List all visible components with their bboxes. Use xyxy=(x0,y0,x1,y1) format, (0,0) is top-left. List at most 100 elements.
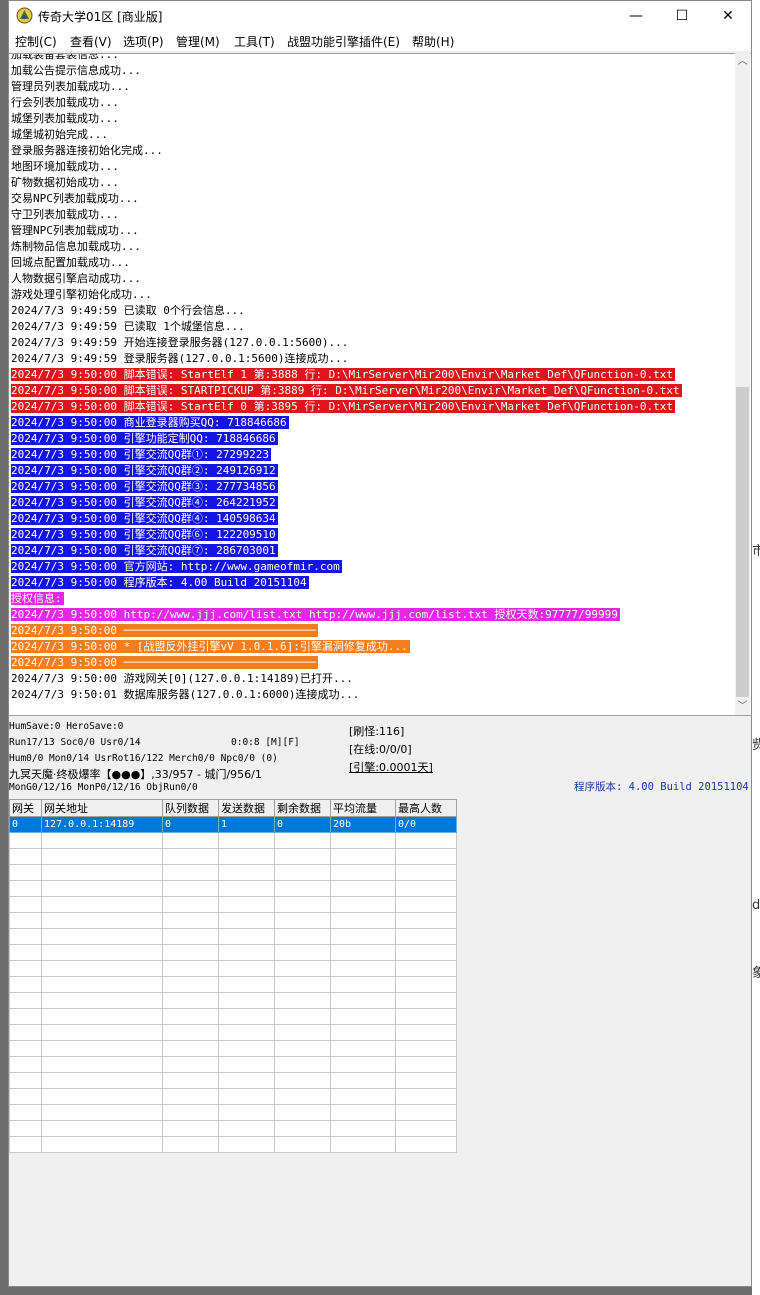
log-line-text: 交易NPC列表加载成功... xyxy=(11,192,139,205)
maximize-button[interactable]: ☐ xyxy=(659,1,705,31)
close-button[interactable]: ✕ xyxy=(705,1,751,31)
table-cell-empty xyxy=(9,832,42,849)
menu-options[interactable]: 选项(P) xyxy=(123,33,164,50)
table-row-empty[interactable] xyxy=(9,864,457,881)
table-row-empty[interactable] xyxy=(9,880,457,897)
log-lines: 加载装备套装信息... 加载公告提示信息成功... 管理员列表加载成功... 行会列表… xyxy=(11,53,733,703)
table-cell-empty xyxy=(330,880,396,897)
table-cell-empty xyxy=(218,880,275,897)
menu-engine-plugin[interactable]: 战盟功能引擎插件(E) xyxy=(287,33,400,50)
log-line: 2024/7/3 9:50:00 脚本错误: STARTPICKUP 第:388… xyxy=(11,383,733,399)
title-bar[interactable]: 传奇大学01区 [商业版] — ☐ ✕ xyxy=(9,1,751,31)
table-cell-empty xyxy=(395,864,457,881)
log-line: 2024/7/3 9:50:00 引擎交流QQ群⑦: 286703001 xyxy=(11,543,733,559)
table-row-empty[interactable] xyxy=(9,912,457,929)
table-row-empty[interactable] xyxy=(9,1072,457,1089)
table-cell-empty xyxy=(218,896,275,913)
table-row-empty[interactable] xyxy=(9,1136,457,1153)
scroll-thumb[interactable] xyxy=(736,387,749,697)
table-row[interactable]: 0 127.0.0.1:14189 0 1 0 20b 0/0 xyxy=(9,816,457,833)
server-console-window: 传奇大学01区 [商业版] — ☐ ✕ 控制(C) 查看(V) 选项(P) 管理… xyxy=(8,0,752,1287)
table-row-empty[interactable] xyxy=(9,1088,457,1105)
table-row-empty[interactable] xyxy=(9,944,457,961)
table-row-empty[interactable] xyxy=(9,848,457,865)
scroll-up-icon[interactable]: ︿ xyxy=(735,53,750,70)
table-row-empty[interactable] xyxy=(9,992,457,1009)
cell-max-users: 0/0 xyxy=(395,816,457,833)
col-gateway-address[interactable]: 网关地址 xyxy=(41,799,163,817)
status-panel: HumSave:0 HeroSave:0 Run17/13 Soc0/0 Usr… xyxy=(9,717,751,799)
col-average-traffic[interactable]: 平均流量 xyxy=(330,799,396,817)
table-row-empty[interactable] xyxy=(9,832,457,849)
table-row-empty[interactable] xyxy=(9,1104,457,1121)
table-cell-empty xyxy=(330,896,396,913)
minimize-button[interactable]: — xyxy=(613,1,659,31)
menu-view[interactable]: 查看(V) xyxy=(70,33,112,50)
table-cell-empty xyxy=(274,1088,331,1105)
table-cell-empty xyxy=(330,992,396,1009)
table-row-empty[interactable] xyxy=(9,960,457,977)
table-cell-empty xyxy=(41,1120,163,1137)
table-cell-empty xyxy=(330,832,396,849)
log-scrollbar[interactable]: ︿ ﹀ xyxy=(735,53,750,715)
menu-help[interactable]: 帮助(H) xyxy=(412,33,454,50)
table-cell-empty xyxy=(218,1104,275,1121)
table-cell-empty xyxy=(330,1056,396,1073)
table-row-empty[interactable] xyxy=(9,1056,457,1073)
table-row-empty[interactable] xyxy=(9,976,457,993)
log-output[interactable]: 加载装备套装信息... 加载公告提示信息成功... 管理员列表加载成功... 行会列表… xyxy=(9,53,751,716)
table-cell-empty xyxy=(162,1088,219,1105)
table-cell-empty xyxy=(330,912,396,929)
table-cell-empty xyxy=(330,928,396,945)
log-line: 2024/7/3 9:50:00 商业登录器购买QQ: 718846686 xyxy=(11,415,733,431)
log-line-text: 2024/7/3 9:50:00 引擎交流QQ群⑦: 286703001 xyxy=(11,544,278,557)
table-cell-empty xyxy=(274,928,331,945)
status-counts: Hum0/0 Mon0/14 UsrRot16/122 Merch0/0 Npc… xyxy=(9,753,278,764)
table-cell-empty xyxy=(274,1024,331,1041)
col-gateway[interactable]: 网关 xyxy=(9,799,42,817)
table-row-empty[interactable] xyxy=(9,1120,457,1137)
table-cell-empty xyxy=(395,1120,457,1137)
table-cell-empty xyxy=(274,1056,331,1073)
table-cell-empty xyxy=(330,1040,396,1057)
menu-manage[interactable]: 管理(M) xyxy=(176,33,220,50)
log-line-text: 2024/7/3 9:50:00 引擎交流QQ群④: 264221952 xyxy=(11,496,278,509)
table-cell-empty xyxy=(41,944,163,961)
menu-control[interactable]: 控制(C) xyxy=(15,33,57,50)
log-line: 2024/7/3 9:50:00 官方网站: http://www.gameof… xyxy=(11,559,733,575)
log-line: 城堡城初始完成... xyxy=(11,127,733,143)
log-line: 2024/7/3 9:50:00 程序版本: 4.00 Build 201511… xyxy=(11,575,733,591)
log-line: 2024/7/3 9:50:00 ───────────────────────… xyxy=(11,655,733,671)
col-max-users[interactable]: 最高人数 xyxy=(395,799,457,817)
cell-remaining-data: 0 xyxy=(274,816,331,833)
log-line-text: 2024/7/3 9:50:00 引擎交流QQ群①: 27299223 xyxy=(11,448,272,461)
status-drop-rate: 九冥天魔·终极爆率【●●●】,33/957 - 城门/956/1 xyxy=(9,768,262,781)
status-engine[interactable]: [引擎:0.0001天] xyxy=(349,759,433,775)
col-sent-data[interactable]: 发送数据 xyxy=(218,799,275,817)
table-cell-empty xyxy=(41,1136,163,1153)
table-row-empty[interactable] xyxy=(9,928,457,945)
table-cell-empty xyxy=(395,1040,457,1057)
table-row-empty[interactable] xyxy=(9,1008,457,1025)
col-remaining-data[interactable]: 剩余数据 xyxy=(274,799,331,817)
table-cell-empty xyxy=(41,1040,163,1057)
gateway-table[interactable]: 网关 网关地址 队列数据 发送数据 剩余数据 平均流量 最高人数 0 127.0… xyxy=(9,799,457,1153)
log-line-text: 2024/7/3 9:50:00 引擎功能定制QQ: 718846686 xyxy=(11,432,278,445)
log-line: 2024/7/3 9:50:00 引擎功能定制QQ: 718846686 xyxy=(11,431,733,447)
table-cell-empty xyxy=(41,928,163,945)
background-fragment: 赀 xyxy=(752,738,760,753)
table-row-empty[interactable] xyxy=(9,896,457,913)
log-line-text: 加载装备套装信息... xyxy=(11,53,119,61)
menu-tools[interactable]: 工具(T) xyxy=(234,33,275,50)
table-cell-empty xyxy=(9,1056,42,1073)
table-cell-empty xyxy=(395,1024,457,1041)
table-row-empty[interactable] xyxy=(9,1024,457,1041)
scroll-down-icon[interactable]: ﹀ xyxy=(735,698,750,715)
table-row-empty[interactable] xyxy=(9,1040,457,1057)
table-cell-empty xyxy=(41,960,163,977)
table-cell-empty xyxy=(330,1008,396,1025)
col-queue-data[interactable]: 队列数据 xyxy=(162,799,219,817)
log-line: 2024/7/3 9:50:00 游戏网关[0](127.0.0.1:14189… xyxy=(11,671,733,687)
log-line-text: 2024/7/3 9:49:59 开始连接登录服务器(127.0.0.1:560… xyxy=(11,336,349,349)
table-cell-empty xyxy=(162,944,219,961)
